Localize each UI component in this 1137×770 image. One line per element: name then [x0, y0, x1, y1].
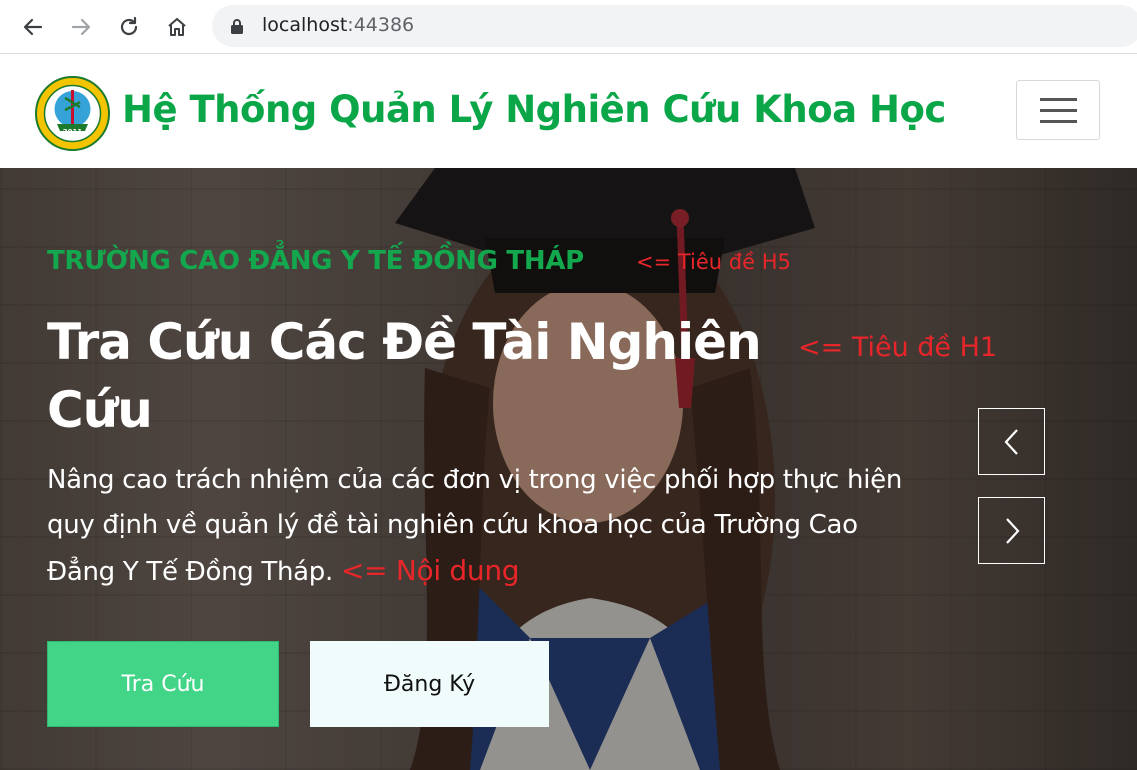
home-icon [168, 18, 186, 36]
forward-button[interactable] [64, 10, 98, 44]
search-button[interactable]: Tra Cứu [47, 641, 279, 727]
url-text: localhost:44386 [262, 14, 414, 36]
college-logo[interactable]: 2011 [35, 76, 110, 151]
hero-h5-title: TRƯỜNG CAO ĐẲNG Y TẾ ĐỒNG THÁP [47, 246, 584, 276]
hamburger-icon-bar-top [1040, 98, 1077, 101]
browser-toolbar: localhost:44386 [0, 0, 1137, 54]
menu-toggle-button[interactable] [1016, 80, 1100, 140]
h1-annotation-note: <= Tiêu đề H1 [798, 332, 998, 363]
url-port: :44386 [347, 14, 415, 36]
register-button[interactable]: Đăng Ký [310, 641, 549, 727]
forward-icon [71, 18, 91, 36]
back-button[interactable] [16, 10, 50, 44]
home-button[interactable] [160, 10, 194, 44]
logo-year: 2011 [63, 128, 83, 136]
h5-annotation-note: <= Tiêu đề H5 [636, 250, 791, 274]
chevron-left-icon [1004, 428, 1018, 455]
hamburger-icon-bar-middle [1040, 109, 1077, 112]
site-brand-title[interactable]: Hệ Thống Quản Lý Nghiên Cứu Khoa Học [122, 88, 946, 131]
reload-icon [120, 16, 138, 36]
url-host: localhost [262, 14, 348, 36]
reload-button[interactable] [112, 10, 146, 44]
site-navbar: 2011 Hệ Thống Quản Lý Nghiên Cứu Khoa Họ… [0, 54, 1137, 168]
hero-content-paragraph: Nâng cao trách nhiệm của các đơn vị tron… [47, 458, 927, 595]
address-bar[interactable]: localhost:44386 [212, 5, 1137, 47]
hero-carousel: TRƯỜNG CAO ĐẲNG Y TẾ ĐỒNG THÁP <= Tiêu đ… [0, 168, 1137, 770]
hero-h1-title: Tra Cứu Các Đề Tài Nghiên Cứu [47, 313, 762, 439]
content-annotation-note: <= Nội dung [340, 554, 520, 587]
chevron-right-icon [1005, 517, 1019, 544]
back-icon [23, 18, 43, 36]
hamburger-icon-bar-bottom [1040, 120, 1077, 123]
carousel-prev-button[interactable] [978, 408, 1045, 475]
lock-icon [231, 19, 243, 34]
carousel-next-button[interactable] [978, 497, 1045, 564]
